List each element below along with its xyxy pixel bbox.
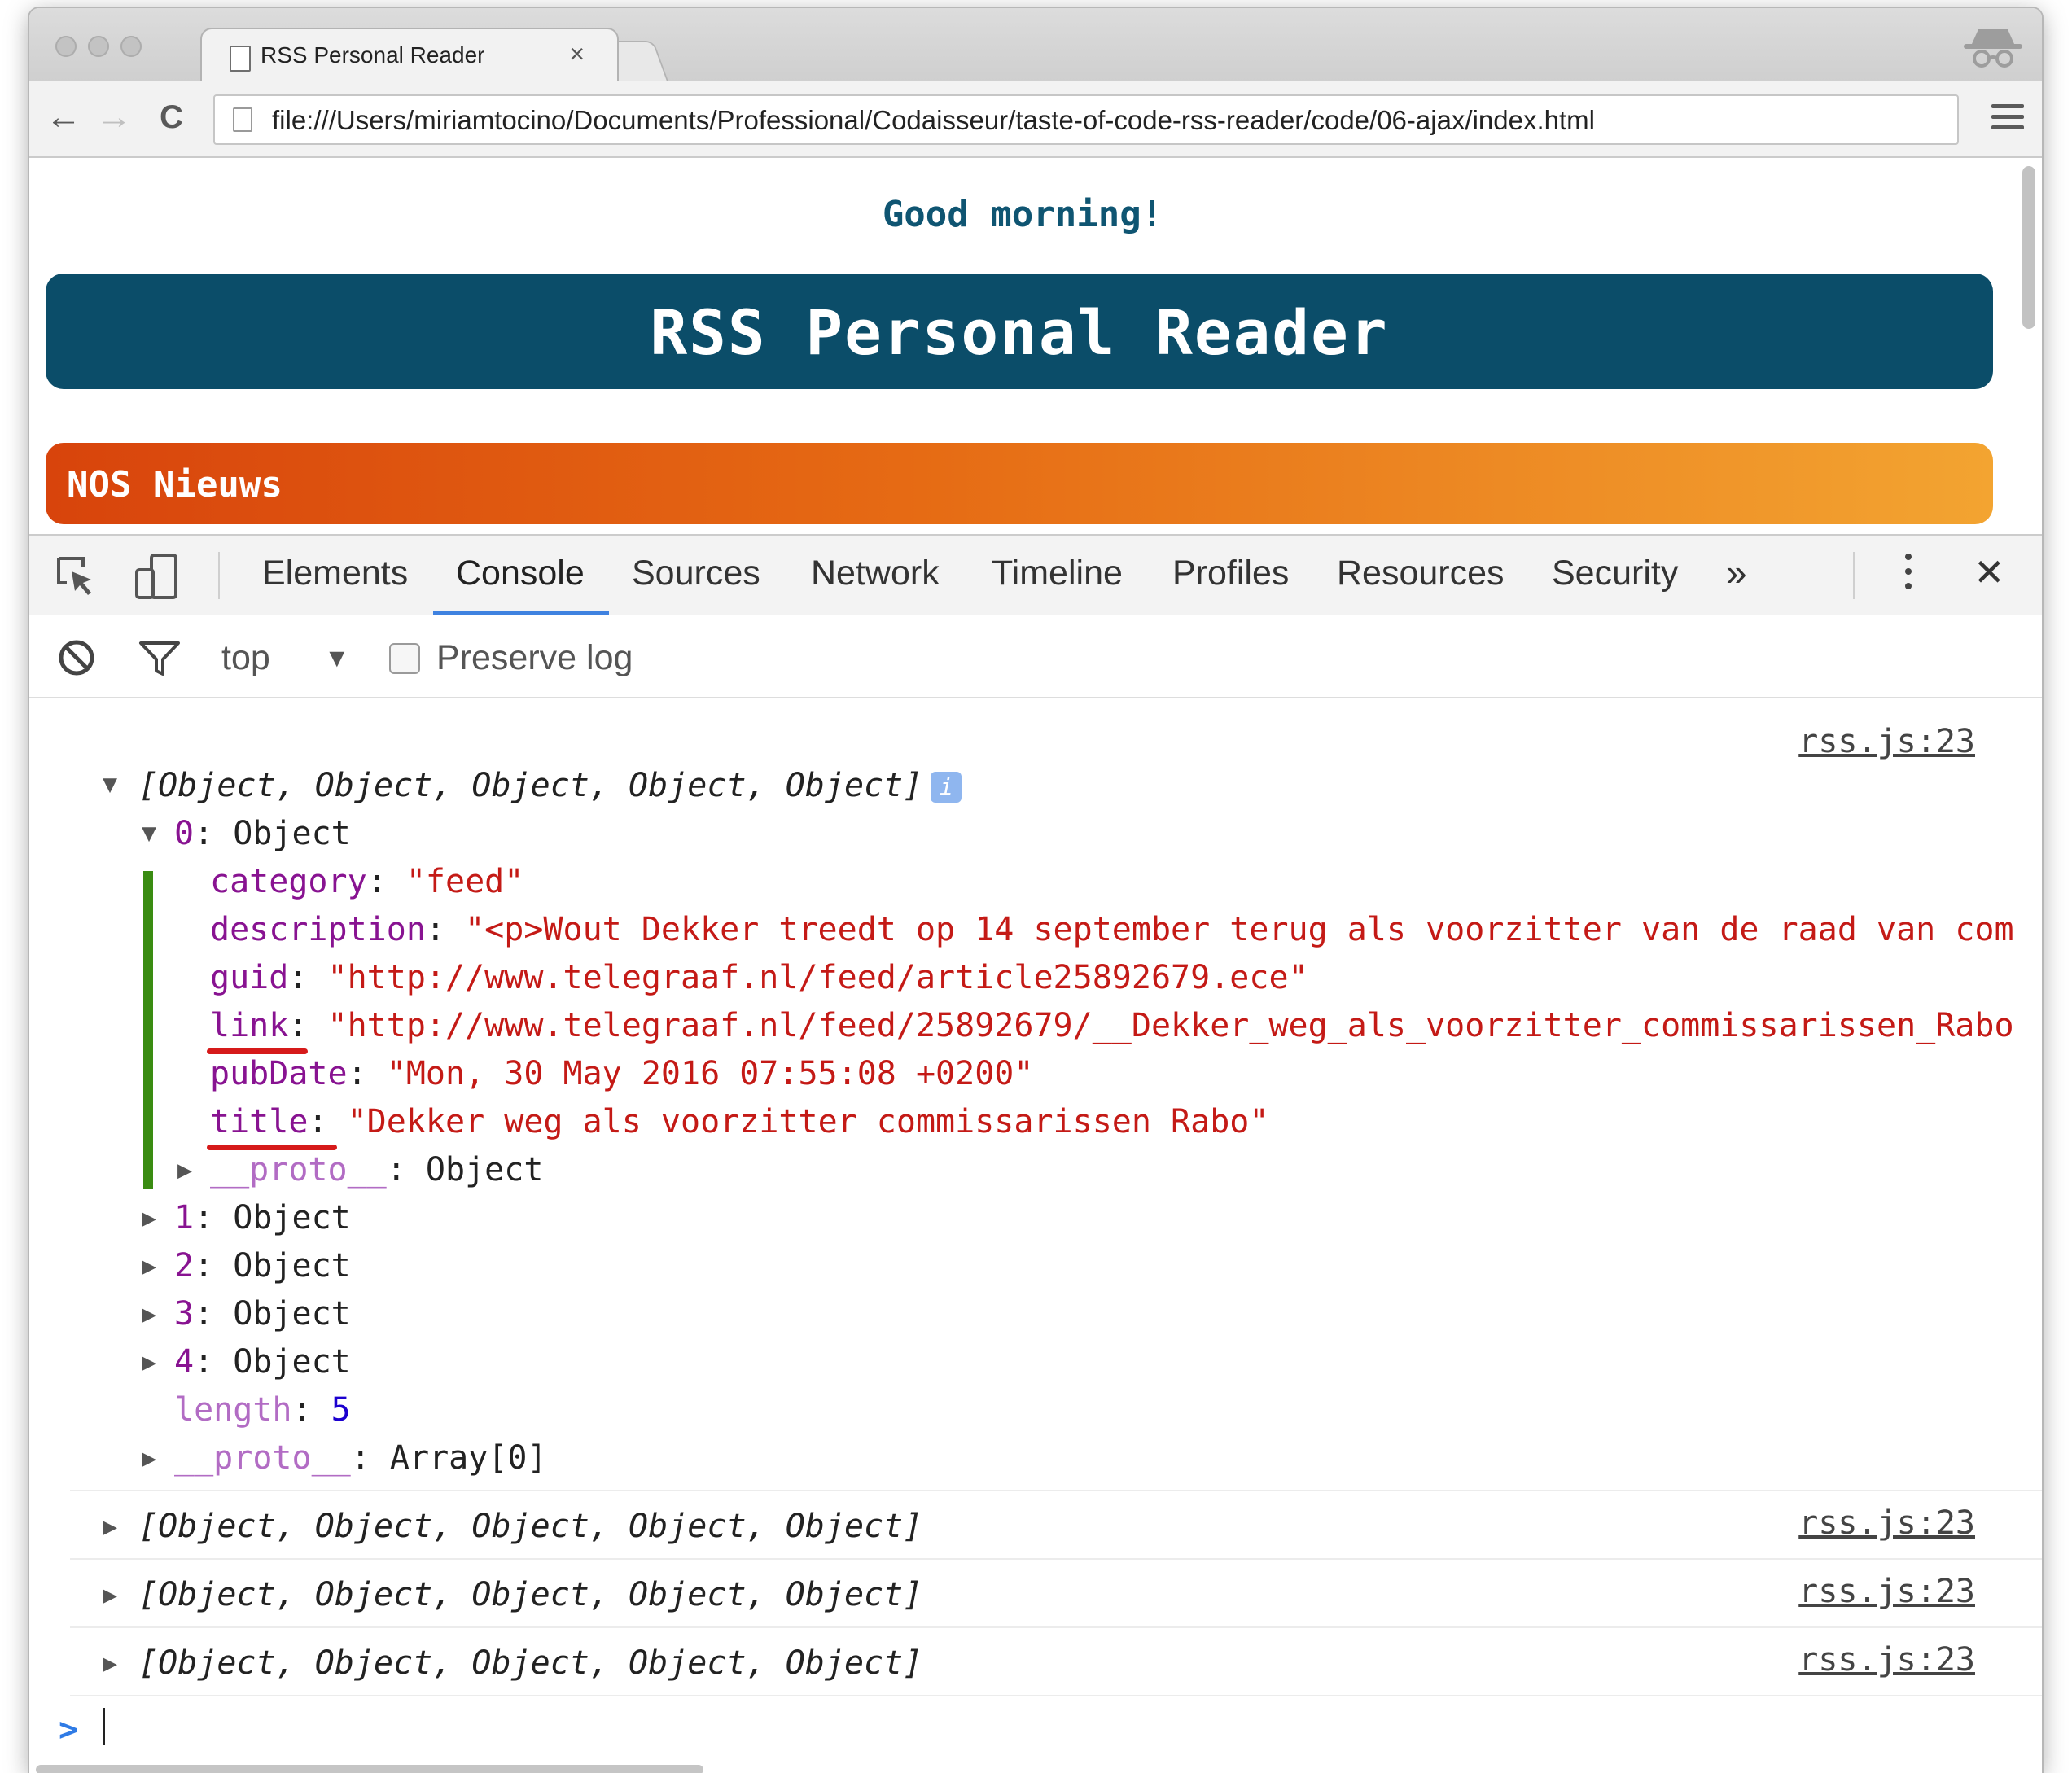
row-separator	[70, 1695, 2042, 1696]
prop-title: title: "Dekker weg als voorzitter commis…	[210, 1103, 1269, 1140]
context-selector[interactable]: top	[221, 638, 270, 678]
preserve-log-checkbox[interactable]	[389, 643, 420, 674]
source-link[interactable]: rss.js:23	[1798, 723, 1975, 760]
tab-resources[interactable]: Resources	[1337, 554, 1505, 593]
console-filterbar: top ▼ Preserve log	[29, 615, 2042, 698]
prop-description: description: "<p>Wout Dekker treedt op 1…	[210, 911, 2014, 948]
address-url[interactable]: file:///Users/miriamtocino/Documents/Pro…	[272, 105, 1595, 136]
tab-security[interactable]: Security	[1552, 554, 1678, 593]
array-proto[interactable]: __proto__: Array[0]	[174, 1439, 547, 1477]
tab-close-button[interactable]: ×	[569, 39, 585, 69]
row-separator	[70, 1490, 2042, 1491]
tab-console[interactable]: Console	[456, 554, 585, 593]
forward-button[interactable]: →	[96, 98, 132, 137]
object-1[interactable]: 1: Object	[174, 1199, 351, 1237]
browser-tab[interactable]: RSS Personal Reader ×	[200, 28, 619, 83]
console-output: rss.js:23 ▼ [Object, Object, Object, Obj…	[29, 698, 2042, 1773]
more-tabs-chevron-icon[interactable]: »	[1726, 550, 1747, 594]
array-summary[interactable]: [Object, Object, Object, Object, Object]	[138, 1644, 922, 1682]
object-proto[interactable]: __proto__: Object	[210, 1151, 543, 1189]
expand-triangle-icon[interactable]: ▶	[103, 1649, 117, 1678]
annotation-underline	[207, 1145, 337, 1150]
inspect-element-icon[interactable]	[55, 555, 98, 598]
source-link[interactable]: rss.js:23	[1798, 1504, 1975, 1542]
page-viewport: Good morning! RSS Personal Reader NOS Ni…	[29, 158, 2042, 534]
prop-category: category: "feed"	[210, 863, 524, 900]
array-length: length: 5	[174, 1391, 351, 1429]
tab-network[interactable]: Network	[811, 554, 940, 593]
device-mode-icon[interactable]	[134, 552, 179, 601]
object-2[interactable]: 2: Object	[174, 1247, 351, 1285]
expand-triangle-icon[interactable]: ▶	[103, 1581, 117, 1609]
page-title: RSS Personal Reader	[650, 296, 1389, 369]
expand-triangle-icon[interactable]: ▶	[142, 1444, 156, 1473]
address-bar[interactable]: file:///Users/miriamtocino/Documents/Pro…	[213, 94, 1959, 145]
array-summary[interactable]: [Object, Object, Object, Object, Object]	[138, 1576, 922, 1613]
active-tab-indicator	[433, 611, 609, 615]
separator	[1853, 552, 1855, 599]
document-icon	[230, 46, 251, 72]
info-icon[interactable]: i	[931, 772, 962, 803]
tab-elements[interactable]: Elements	[262, 554, 408, 593]
devtools-tabbar: Elements Console Sources Network Timelin…	[29, 534, 2042, 617]
browser-window: RSS Personal Reader × ← → C file:///User…	[29, 8, 2042, 1773]
expand-triangle-icon[interactable]: ▶	[142, 1252, 156, 1280]
object-3[interactable]: 3: Object	[174, 1295, 351, 1333]
kebab-menu-icon[interactable]	[1905, 554, 1913, 598]
annotation-underline	[207, 1048, 308, 1054]
greeting-text: Good morning!	[882, 194, 1163, 235]
highlight-bar	[143, 871, 153, 1189]
expand-triangle-icon[interactable]: ▶	[142, 1204, 156, 1232]
tab-strip: RSS Personal Reader ×	[29, 8, 2042, 83]
horizontal-scrollbar[interactable]	[36, 1765, 703, 1773]
filter-icon[interactable]	[138, 640, 181, 677]
tab-timeline[interactable]: Timeline	[992, 554, 1123, 593]
separator	[218, 552, 220, 599]
array-summary[interactable]: [Object, Object, Object, Object, Object]…	[138, 767, 962, 804]
minimize-window-button[interactable]	[88, 36, 109, 57]
array-summary[interactable]: [Object, Object, Object, Object, Object]	[138, 1508, 922, 1545]
tab-profiles[interactable]: Profiles	[1172, 554, 1289, 593]
hamburger-menu-icon[interactable]	[1991, 104, 2024, 132]
prop-link: link: "http://www.telegraaf.nl/feed/2589…	[210, 1007, 2014, 1044]
expand-triangle-icon[interactable]: ▶	[177, 1156, 192, 1184]
collapse-triangle-icon[interactable]: ▼	[142, 819, 156, 847]
row-separator	[70, 1626, 2042, 1628]
feed-header[interactable]: NOS Nieuws	[46, 443, 1993, 524]
row-separator	[70, 1558, 2042, 1560]
tab-title: RSS Personal Reader	[261, 42, 485, 68]
close-devtools-icon[interactable]: ✕	[1973, 550, 2005, 594]
browser-toolbar: ← → C file:///Users/miriamtocino/Documen…	[29, 81, 2042, 158]
object-4[interactable]: 4: Object	[174, 1343, 351, 1381]
source-link[interactable]: rss.js:23	[1798, 1573, 1975, 1610]
expand-triangle-icon[interactable]: ▶	[142, 1348, 156, 1377]
zoom-window-button[interactable]	[120, 36, 142, 57]
feed-title: NOS Nieuws	[67, 464, 283, 506]
source-link[interactable]: rss.js:23	[1798, 1641, 1975, 1679]
reload-button[interactable]: C	[160, 98, 183, 137]
back-button[interactable]: ←	[46, 98, 81, 137]
context-dropdown-arrow-icon[interactable]: ▼	[324, 643, 350, 673]
collapse-triangle-icon[interactable]: ▼	[103, 770, 117, 799]
console-input[interactable]	[103, 1708, 105, 1745]
prop-pubdate: pubDate: "Mon, 30 May 2016 07:55:08 +020…	[210, 1055, 1034, 1092]
incognito-icon	[1964, 29, 2022, 68]
console-prompt-icon: >	[59, 1711, 79, 1749]
page-scrollbar[interactable]	[2022, 166, 2035, 329]
preserve-log-label: Preserve log	[436, 638, 633, 677]
header-banner: RSS Personal Reader	[46, 274, 1993, 389]
expand-triangle-icon[interactable]: ▶	[103, 1513, 117, 1541]
page-icon	[233, 107, 252, 132]
tab-sources[interactable]: Sources	[632, 554, 760, 593]
expand-triangle-icon[interactable]: ▶	[142, 1300, 156, 1329]
prop-guid: guid: "http://www.telegraaf.nl/feed/arti…	[210, 959, 1308, 996]
clear-console-icon[interactable]	[57, 638, 96, 677]
object-0-header[interactable]: 0: Object	[174, 815, 351, 852]
close-window-button[interactable]	[55, 36, 77, 57]
